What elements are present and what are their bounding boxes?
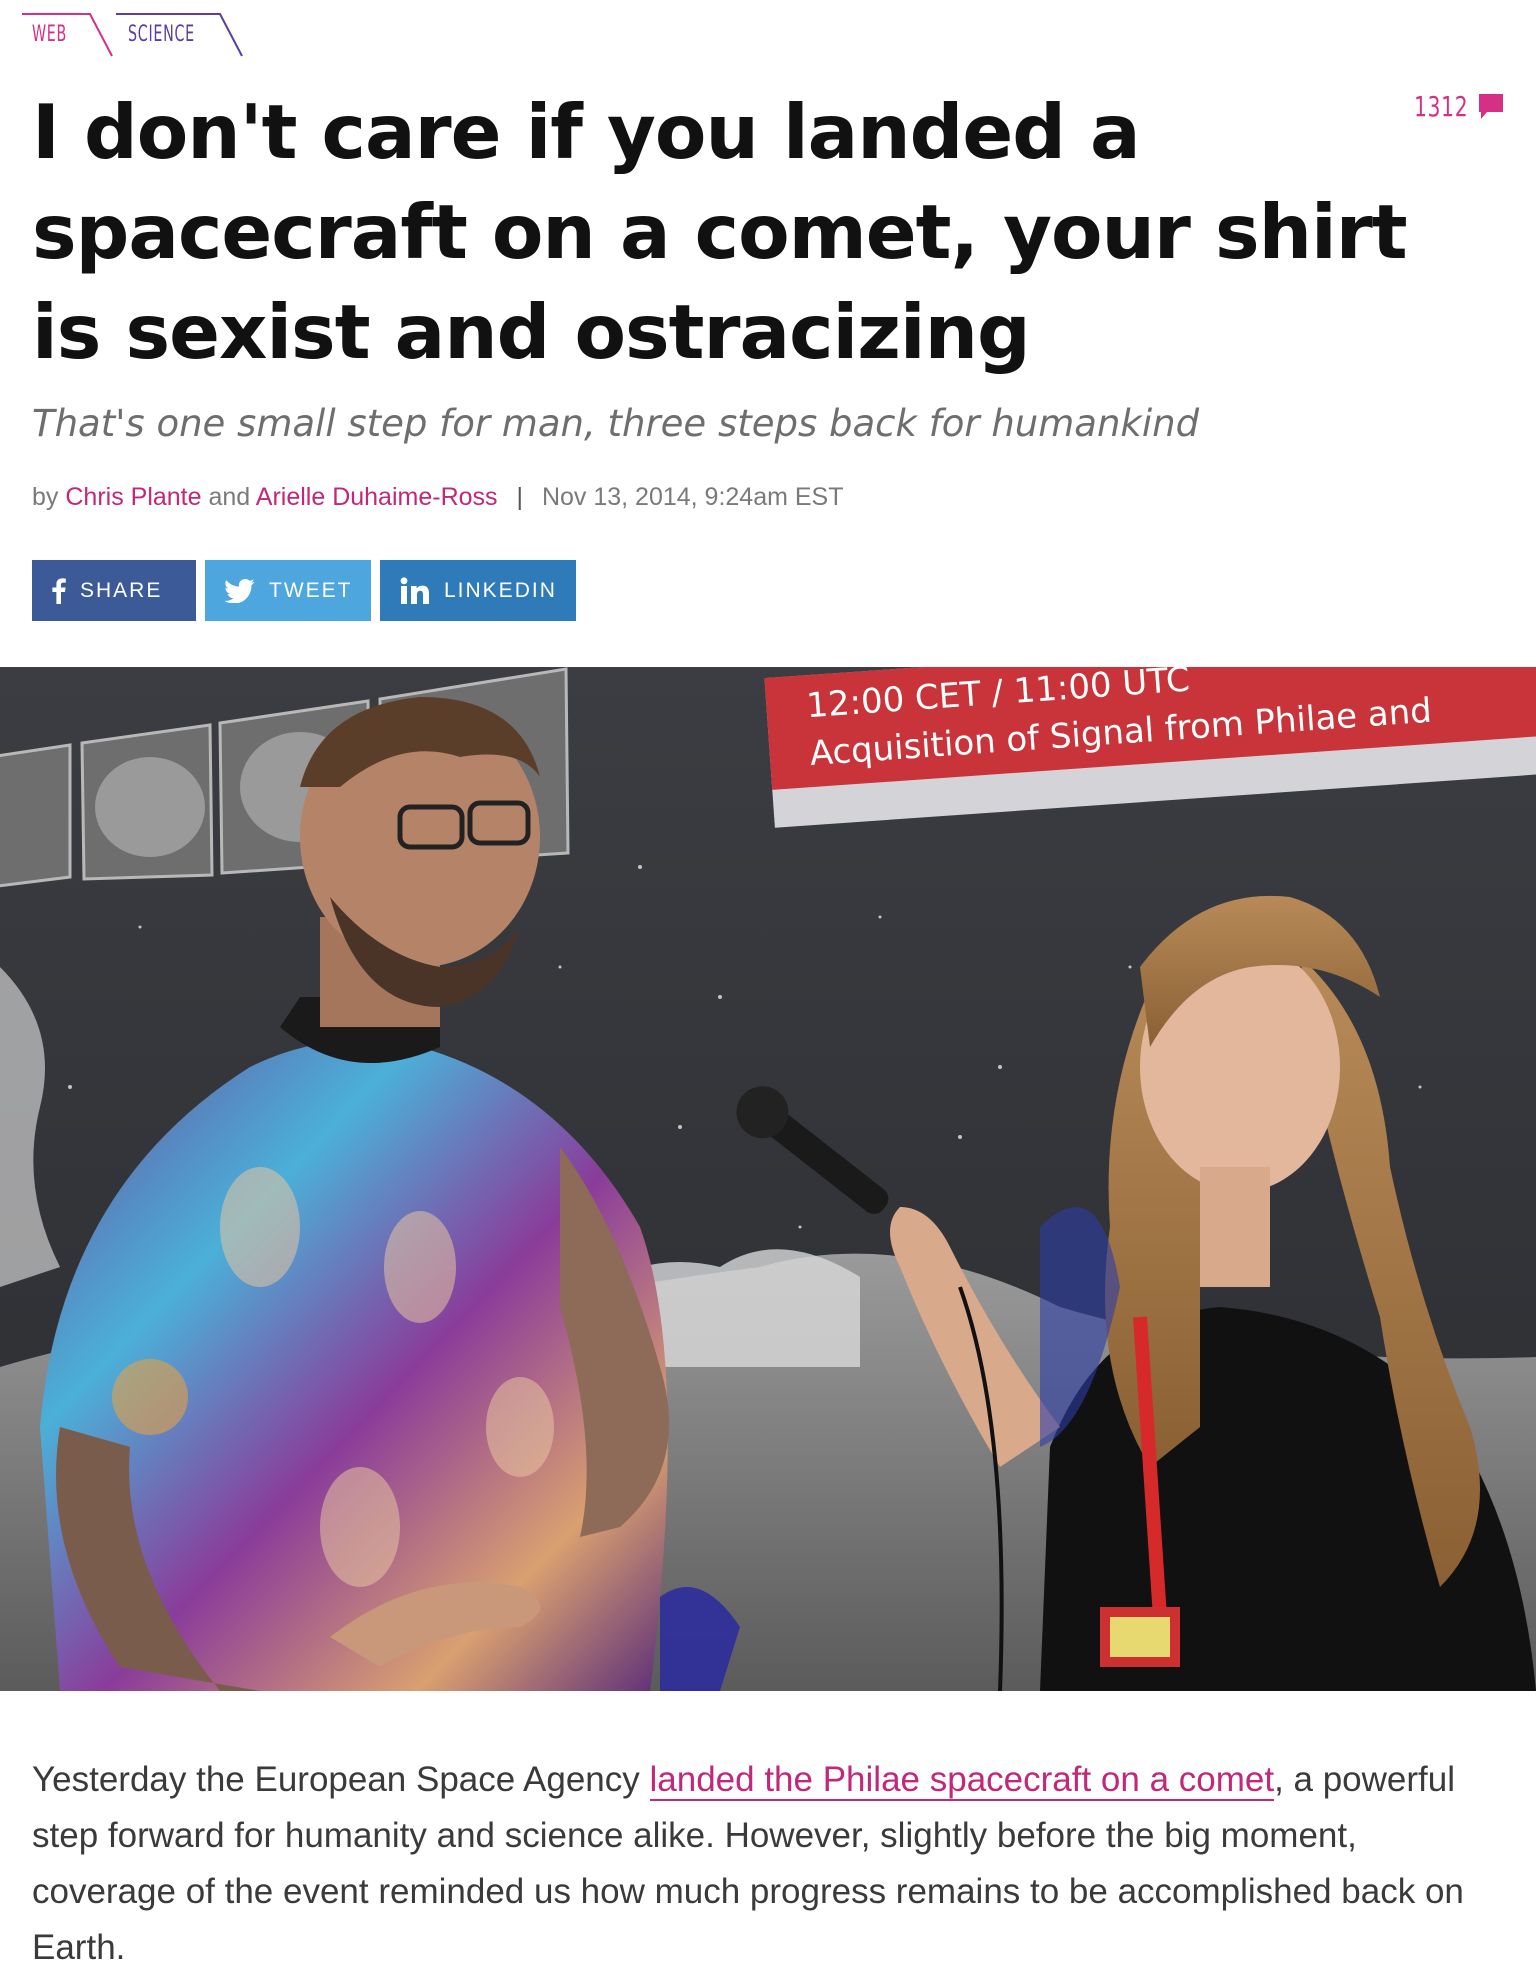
linkedin-icon (400, 576, 430, 605)
hero-image[interactable]: esa 12:00 CET / 11:00 UTC Acquisition of… (0, 667, 1536, 1691)
byline-conjunction: and (208, 483, 251, 511)
philae-landing-link[interactable]: landed the Philae spacecraft on a comet (649, 1760, 1275, 1801)
twitter-share-button[interactable]: TWEET (205, 560, 371, 621)
linkedin-share-button[interactable]: LINKEDIN (380, 560, 576, 621)
breadcrumb-web[interactable]: WEB (32, 22, 67, 47)
facebook-share-button[interactable]: SHARE (32, 560, 196, 621)
share-bar: SHARE TWEET LINKEDIN (32, 560, 576, 621)
author-link-2[interactable]: Arielle Duhaime-Ross (256, 483, 498, 511)
hero-illustration: esa 12:00 CET / 11:00 UTC Acquisition of… (0, 667, 1536, 1691)
facebook-icon (52, 577, 66, 604)
comment-count: 1312 (1413, 90, 1468, 123)
byline: by Chris Plante and Arielle Duhaime-Ross… (32, 483, 844, 512)
byline-separator: | (516, 483, 523, 511)
author-link-1[interactable]: Chris Plante (65, 483, 201, 511)
article-title: I don't care if you landed a spacecraft … (32, 88, 1408, 376)
comment-bubble-icon (1479, 93, 1503, 119)
article-body-paragraph: Yesterday the European Space Agency land… (32, 1752, 1472, 1976)
publish-date: Nov 13, 2014, 9:24am EST (541, 483, 844, 511)
twitter-icon (225, 578, 255, 603)
twitter-share-label: TWEET (269, 578, 353, 602)
facebook-share-label: SHARE (80, 578, 163, 602)
byline-prefix: by (32, 483, 59, 511)
article-subtitle: That's one small step for man, three ste… (32, 402, 1200, 445)
linkedin-share-label: LINKEDIN (444, 578, 557, 602)
breadcrumb-science[interactable]: SCIENCE (128, 22, 195, 47)
body-text-intro: Yesterday the European Space Agency (32, 1760, 650, 1799)
